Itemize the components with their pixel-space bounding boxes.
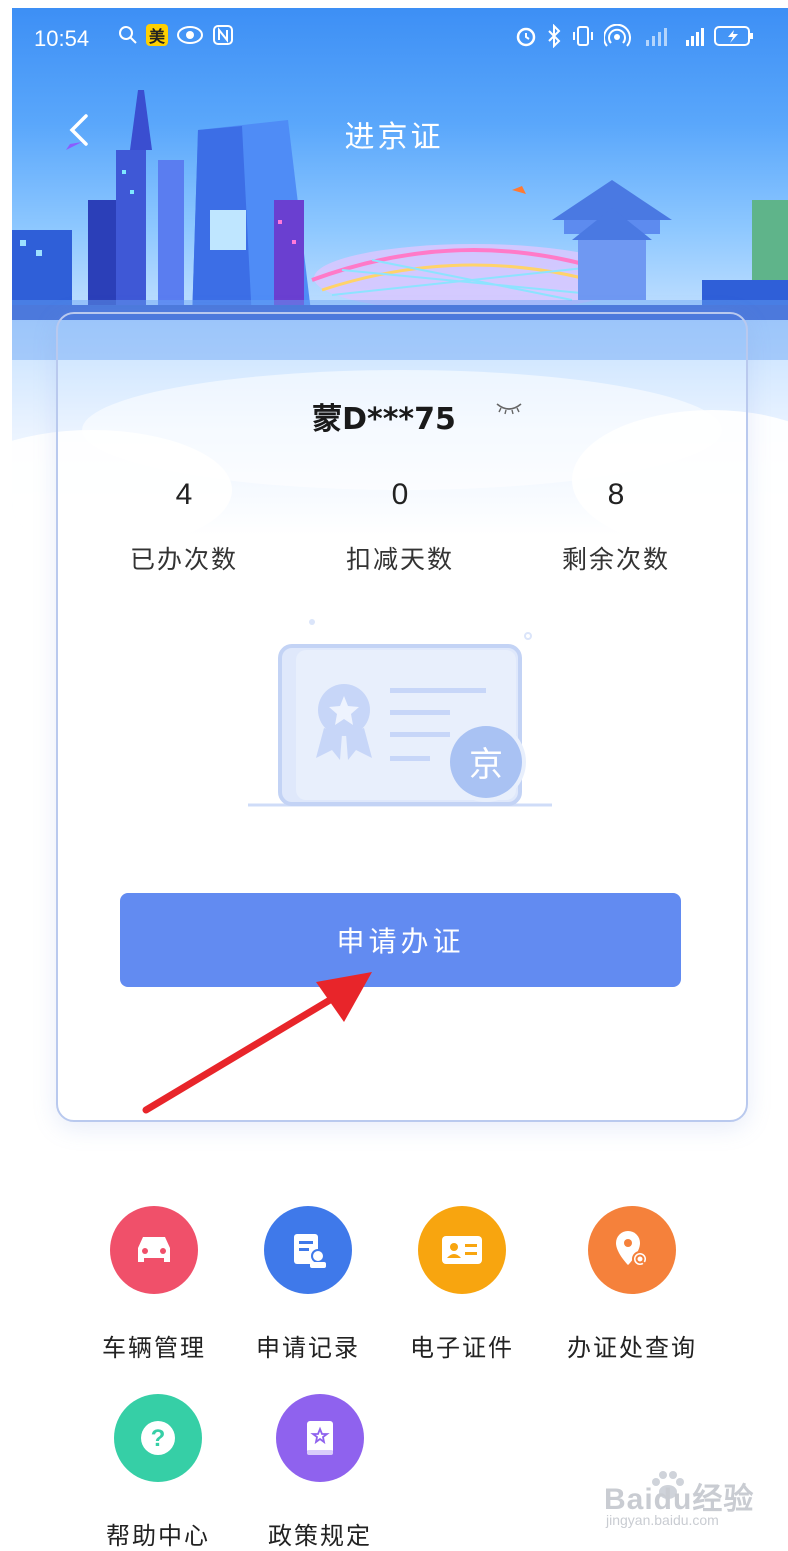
vibrate-icon: [573, 26, 593, 46]
stat-remaining-label: 剩余次数: [561, 545, 670, 574]
stat-used-label: 已办次数: [129, 545, 238, 574]
menu-electronic-license[interactable]: 电子证件: [382, 1206, 542, 1363]
menu-label: 电子证件: [410, 1334, 514, 1362]
menu-application-records[interactable]: 申请记录: [228, 1206, 388, 1363]
location-search-icon: [588, 1206, 676, 1294]
menu-help-center[interactable]: ? 帮助中心: [78, 1394, 238, 1551]
stat-remaining-count: 8: [607, 478, 625, 511]
record-icon: [264, 1206, 352, 1294]
menu-policy[interactable]: 政策规定: [240, 1394, 400, 1551]
signal-1-icon: [646, 28, 667, 46]
status-bar: 10:54 美: [34, 20, 754, 60]
page-title: 进京证: [344, 120, 444, 155]
bluetooth-icon: [548, 24, 561, 48]
license-plate: 蒙D***75: [312, 402, 456, 437]
car-icon: [110, 1206, 198, 1294]
jing-badge: 京: [469, 745, 503, 785]
alarm-icon: [516, 27, 536, 47]
search-icon: [119, 26, 137, 44]
menu-office-search[interactable]: 办证处查询: [552, 1206, 712, 1363]
status-time: 10:54: [34, 26, 90, 51]
nfc-icon: [213, 25, 233, 45]
menu-label: 申请记录: [256, 1334, 360, 1362]
menu-label: 办证处查询: [567, 1334, 697, 1362]
help-icon: ?: [114, 1394, 202, 1482]
eye-closed-icon[interactable]: [494, 400, 524, 416]
policy-book-icon: [276, 1394, 364, 1482]
stat-used-count: 4: [175, 478, 193, 511]
meituan-icon: 美: [146, 24, 168, 46]
menu-label: 政策规定: [268, 1522, 372, 1550]
red-annotation-arrow: [142, 972, 372, 1114]
svg-text:?: ?: [151, 1425, 166, 1452]
baidu-watermark: Baidu经验 jingyan.baidu.com: [604, 1468, 774, 1534]
stat-deducted-days: 0: [391, 478, 409, 511]
permit-card-illustration: 京: [248, 619, 552, 807]
hotspot-icon: [604, 24, 631, 47]
eye-icon: [177, 26, 203, 44]
watermark-url: jingyan.baidu.com: [606, 1512, 719, 1528]
stat-deducted-label: 扣减天数: [345, 545, 454, 574]
menu-vehicle-management[interactable]: 车辆管理: [74, 1206, 234, 1363]
battery-icon: [714, 26, 753, 46]
menu-label: 车辆管理: [102, 1334, 206, 1362]
signal-4g-icon: [686, 28, 704, 46]
id-card-icon: [418, 1206, 506, 1294]
menu-label: 帮助中心: [106, 1522, 210, 1550]
